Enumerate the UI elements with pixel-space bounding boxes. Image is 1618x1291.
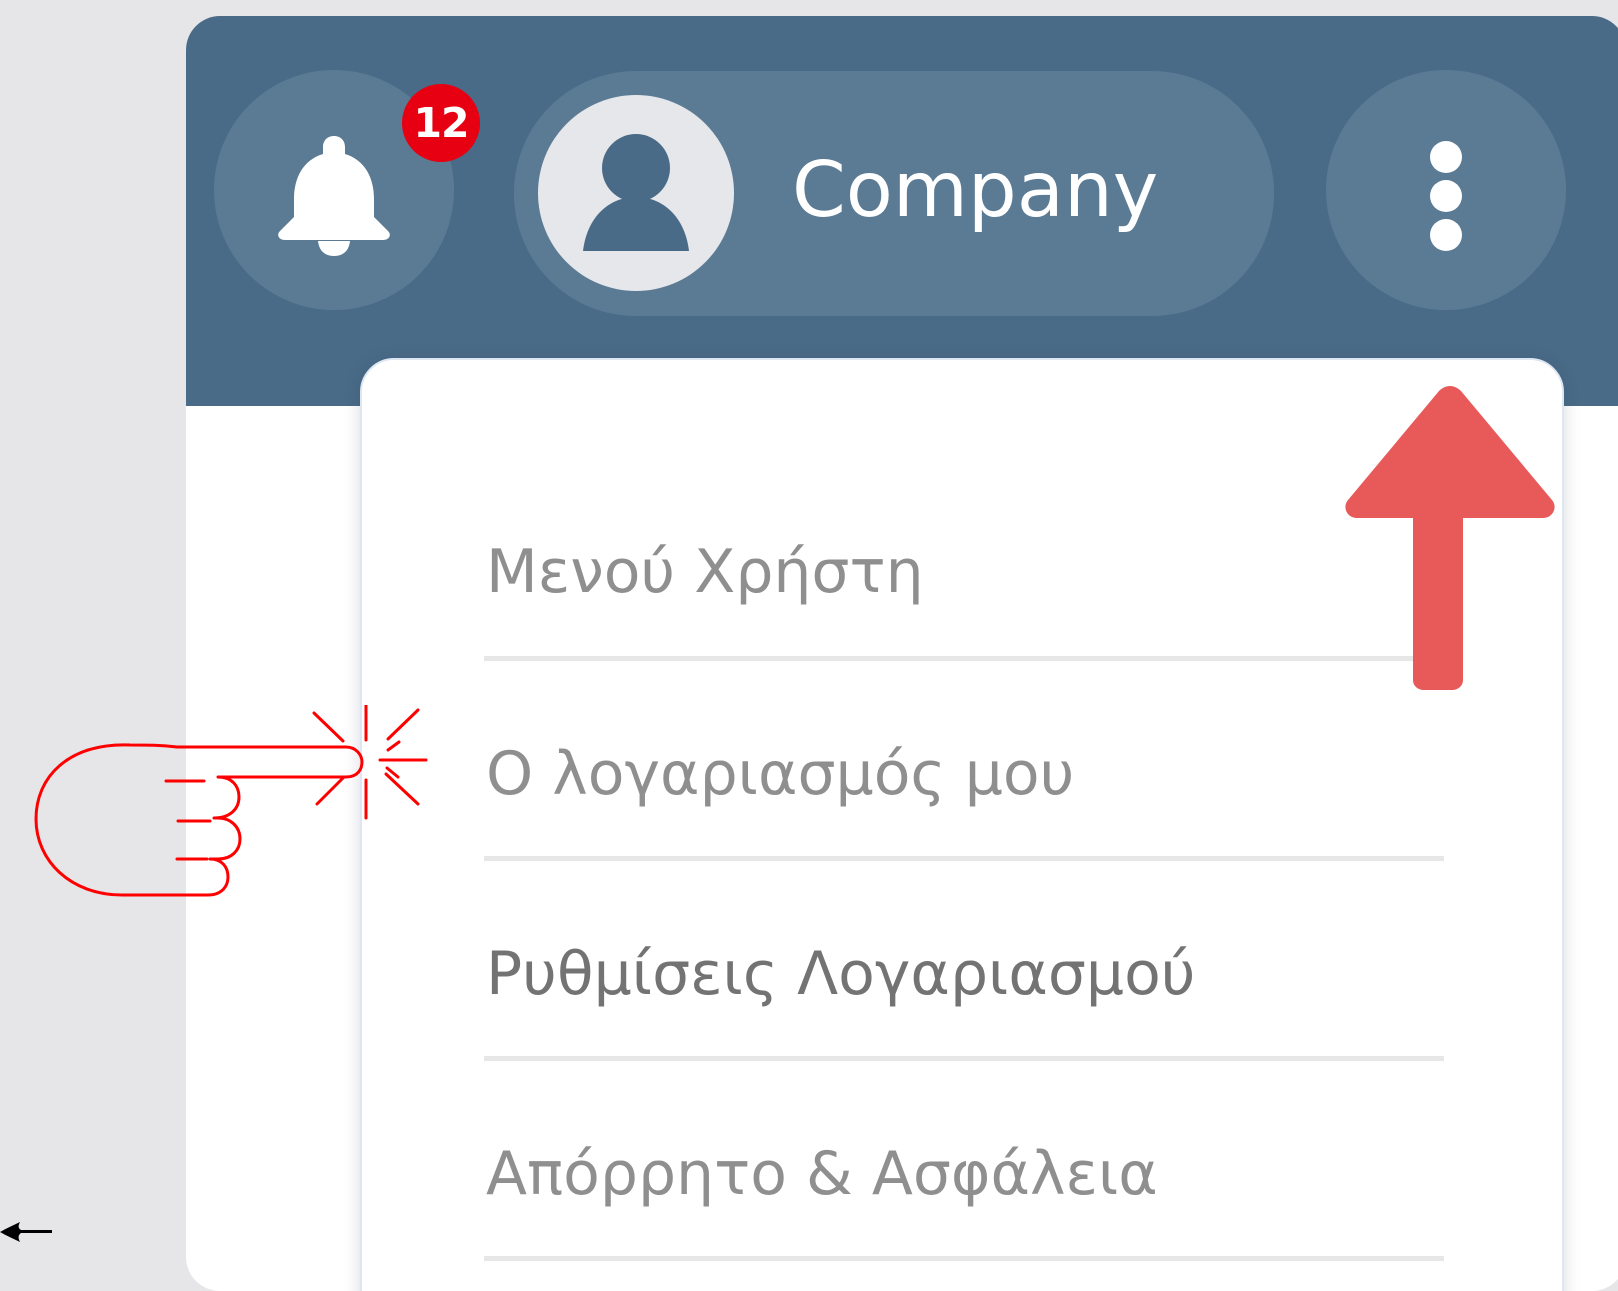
arrow-up-icon [1345, 386, 1555, 690]
top-bar: 12 Company [186, 16, 1618, 406]
menu-title-label: Μενού Χρήστη [486, 537, 924, 607]
menu-item-label: Απόρρητο & Ασφάλεια [486, 1139, 1158, 1209]
avatar [538, 95, 734, 291]
menu-item-my-account[interactable]: Ο λογαριασμός μου [484, 661, 1444, 861]
pointing-hand-icon [34, 705, 428, 897]
user-avatar-icon [583, 134, 689, 251]
menu-title: Μενού Χρήστη [484, 360, 1444, 661]
menu-item-label: Ο λογαριασμός μου [486, 739, 1075, 809]
menu-item-privacy-security[interactable]: Απόρρητο & Ασφάλεια [484, 1061, 1444, 1261]
bell-icon [278, 136, 390, 256]
menu-item-label: Ρυθμίσεις Λογαριασμού [486, 939, 1196, 1009]
vertical-dots-icon [1430, 141, 1462, 251]
notification-count-badge: 12 [402, 84, 480, 162]
profile-button[interactable]: Company [514, 71, 1274, 316]
screenshot-page: 12 Company Μενού Χρήστη Ο λογαριασμός μο… [0, 0, 1618, 1291]
more-options-button[interactable] [1326, 70, 1566, 310]
menu-item-account-settings[interactable]: Ρυθμίσεις Λογαριασμού [484, 861, 1444, 1061]
profile-name: Company [792, 146, 1159, 235]
edge-pointer-mark [0, 1222, 52, 1242]
